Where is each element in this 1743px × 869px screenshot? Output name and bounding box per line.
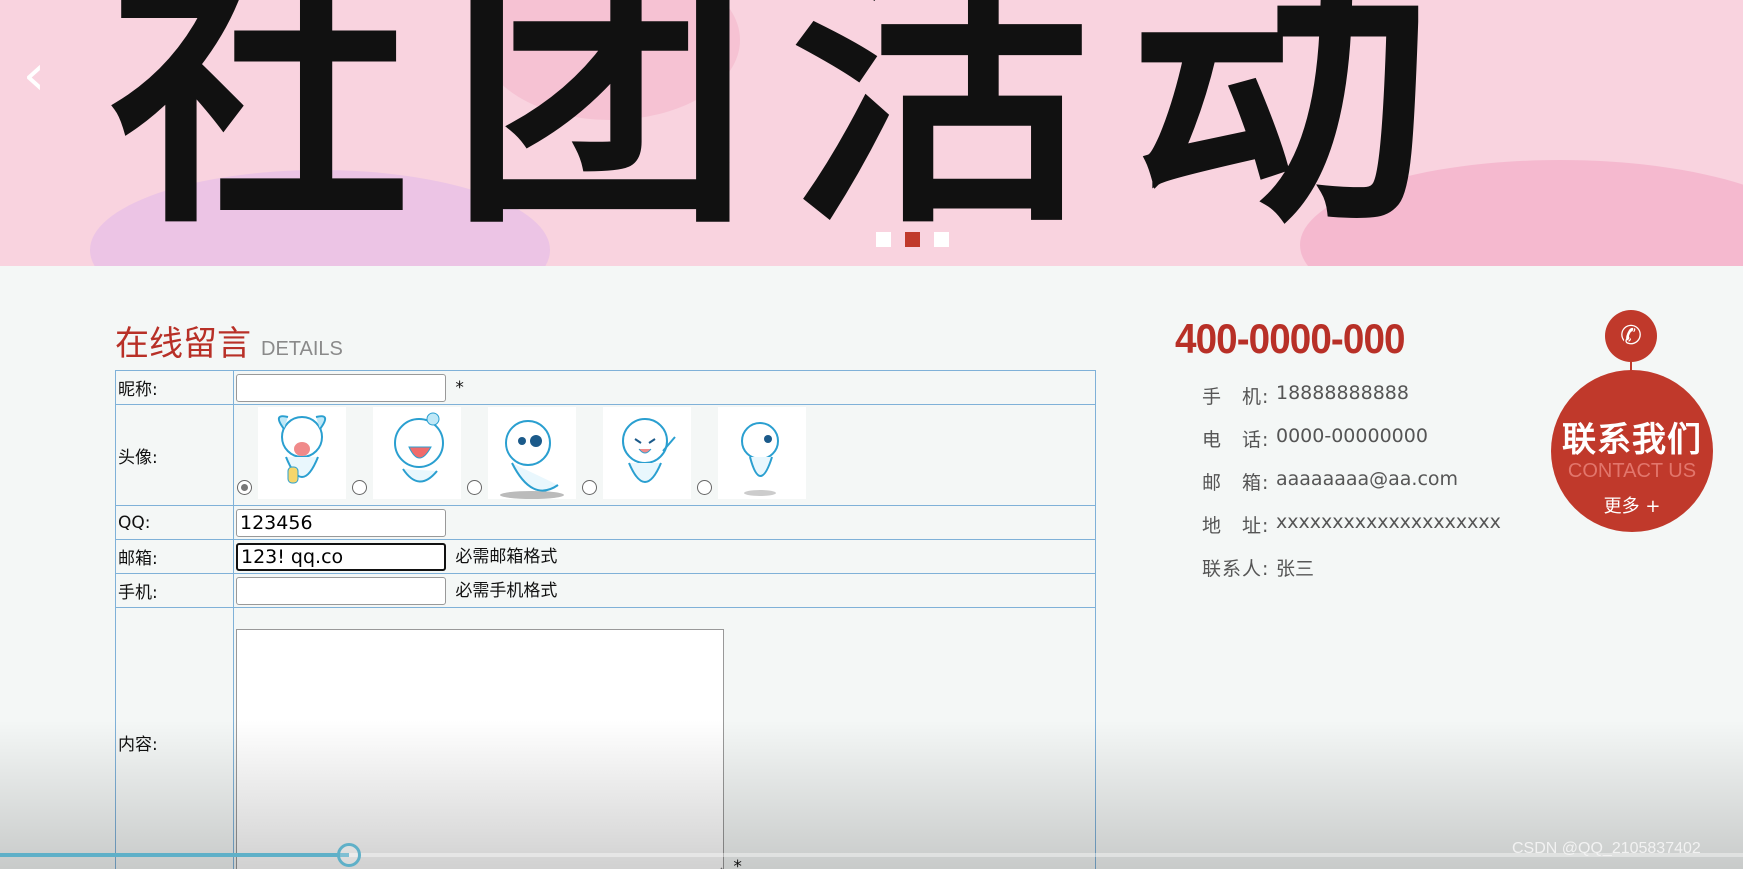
form-row-qq: QQ: bbox=[115, 505, 1096, 540]
contact-key: 地 址: bbox=[1202, 515, 1270, 537]
mobile-cell: 必需手机格式 bbox=[233, 573, 1096, 608]
watermark: CSDN @QQ_2105837402 bbox=[1512, 840, 1701, 857]
avatar-image-4[interactable] bbox=[603, 407, 691, 499]
content-textarea[interactable] bbox=[236, 629, 724, 869]
section-title-en: DETAILS bbox=[261, 338, 343, 360]
contact-item: 电 话: 0000-00000000 bbox=[1202, 425, 1501, 468]
contact-us-title: 联系我们 bbox=[1562, 420, 1702, 460]
carousel-dots bbox=[876, 232, 949, 247]
content-cell: * bbox=[233, 607, 1096, 869]
form-row-content: 内容: * bbox=[115, 607, 1096, 869]
contact-item: 联系人: 张三 bbox=[1202, 554, 1501, 597]
avatar-option-3[interactable] bbox=[467, 407, 576, 505]
avatar-options bbox=[236, 405, 1093, 505]
phone-icon: ✆ bbox=[1605, 310, 1657, 362]
contact-value: xxxxxxxxxxxxxxxxxxxx bbox=[1276, 511, 1501, 533]
contact-value: 0000-00000000 bbox=[1276, 425, 1428, 447]
content-required-mark: * bbox=[733, 857, 742, 869]
mobile-hint: 必需手机格式 bbox=[455, 581, 558, 601]
form-row-email: 邮箱: 必需邮箱格式 bbox=[115, 539, 1096, 574]
section-title-cn: 在线留言 bbox=[115, 324, 251, 364]
mobile-input[interactable] bbox=[236, 577, 446, 605]
avatar-radio-3[interactable] bbox=[467, 480, 482, 495]
nickname-label: 昵称: bbox=[115, 370, 234, 405]
email-label: 邮箱: bbox=[115, 539, 234, 574]
avatar-label: 头像: bbox=[115, 404, 234, 506]
contact-value: 张三 bbox=[1276, 558, 1315, 580]
banner-title: 社团活动 bbox=[110, 0, 1470, 264]
contact-list: 手 机: 18888888888 电 话: 0000-00000000 邮 箱:… bbox=[1202, 382, 1501, 597]
contact-item: 手 机: 18888888888 bbox=[1202, 382, 1501, 425]
contact-item: 邮 箱: aaaaaaaa@aa.com bbox=[1202, 468, 1501, 511]
contact-item: 地 址: xxxxxxxxxxxxxxxxxxxx bbox=[1202, 511, 1501, 554]
section-title: 在线留言 DETAILS bbox=[115, 316, 343, 365]
form-row-nickname: 昵称: * bbox=[115, 370, 1096, 405]
contact-value: aaaaaaaa@aa.com bbox=[1276, 468, 1459, 490]
banner-carousel: 社团活动 ‹ bbox=[0, 0, 1743, 266]
nickname-cell: * bbox=[233, 370, 1096, 405]
avatar-option-4[interactable] bbox=[582, 407, 691, 505]
video-progress-handle[interactable] bbox=[337, 843, 361, 867]
qq-input[interactable] bbox=[236, 508, 446, 537]
carousel-dot-2[interactable] bbox=[905, 232, 920, 247]
nickname-input[interactable] bbox=[236, 373, 446, 402]
contact-us-subtitle: CONTACT US bbox=[1567, 460, 1697, 482]
form-row-avatar: 头像: bbox=[115, 404, 1096, 506]
nickname-required-mark: * bbox=[455, 377, 464, 398]
carousel-prev-icon[interactable]: ‹ bbox=[14, 48, 54, 104]
avatar-radio-1[interactable] bbox=[237, 480, 252, 495]
contact-key: 联系人: bbox=[1202, 558, 1270, 580]
contact-key: 电 话: bbox=[1202, 429, 1270, 451]
qq-cell bbox=[233, 505, 1096, 540]
video-progress-fill bbox=[0, 853, 349, 857]
avatar-radio-4[interactable] bbox=[582, 480, 597, 495]
email-hint: 必需邮箱格式 bbox=[455, 547, 558, 567]
message-form: 昵称: * 头像: QQ: 123456 邮箱: 123! qq.co 必需邮箱… bbox=[115, 370, 1096, 869]
contact-key: 手 机: bbox=[1202, 386, 1270, 408]
avatar-radio-5[interactable] bbox=[697, 480, 712, 495]
avatar-radio-2[interactable] bbox=[352, 480, 367, 495]
email-input[interactable] bbox=[236, 543, 446, 571]
avatar-option-2[interactable] bbox=[352, 407, 461, 505]
content-label: 内容: bbox=[115, 607, 234, 869]
qq-label: QQ: bbox=[115, 505, 234, 540]
contact-us-badge[interactable]: ✆ 联系我们 CONTACT US 更多 + bbox=[1550, 310, 1714, 535]
hotline-number: 400-0000-000 bbox=[1175, 315, 1406, 362]
avatar-cell bbox=[233, 404, 1096, 506]
more-link[interactable]: 更多 + bbox=[1550, 492, 1714, 518]
mobile-label: 手机: bbox=[115, 573, 234, 608]
avatar-option-1[interactable] bbox=[237, 407, 346, 505]
carousel-dot-1[interactable] bbox=[876, 232, 891, 247]
contact-value: 18888888888 bbox=[1276, 382, 1409, 404]
avatar-image-1[interactable] bbox=[258, 407, 346, 499]
avatar-image-5[interactable] bbox=[718, 407, 806, 499]
form-row-mobile: 手机: 必需手机格式 bbox=[115, 573, 1096, 608]
avatar-option-5[interactable] bbox=[697, 407, 806, 505]
email-cell: 必需邮箱格式 bbox=[233, 539, 1096, 574]
avatar-image-3[interactable] bbox=[488, 407, 576, 499]
contact-key: 邮 箱: bbox=[1202, 472, 1270, 494]
carousel-dot-3[interactable] bbox=[934, 232, 949, 247]
avatar-image-2[interactable] bbox=[373, 407, 461, 499]
